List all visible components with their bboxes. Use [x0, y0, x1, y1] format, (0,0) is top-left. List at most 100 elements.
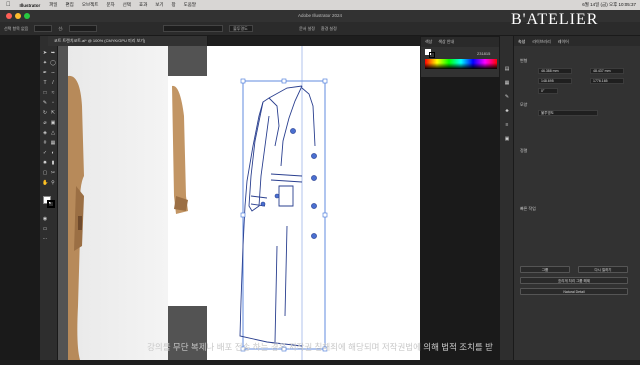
scale-icon[interactable]: ⇱: [50, 110, 56, 116]
expand-button[interactable]: 다시 칠하기: [578, 266, 628, 273]
document-tab-label: 코트 트렌치코트.ai* @ 100% (CMYK/GPU 미리 보기): [54, 38, 146, 43]
tab-layers[interactable]: 레이어: [558, 39, 569, 44]
menu-object[interactable]: 오브젝트: [82, 2, 99, 8]
type-tool-icon[interactable]: T: [42, 80, 48, 86]
appearance-heading: 모양: [520, 102, 528, 107]
tab-libraries[interactable]: 라이브러리: [532, 39, 550, 44]
lasso-icon[interactable]: ◯: [50, 60, 56, 66]
height-field[interactable]: 1776.165: [590, 78, 624, 84]
direct-selection-icon[interactable]: ➥: [50, 50, 56, 56]
tools-panel: ➤ ➥ ✦ ◯ ✒ ∽ T / □ ≈ ✎ ▫ ↻ ⇱ ⌀ ▣ ◈ △ # ▦ …: [40, 36, 58, 360]
x-field[interactable]: 46.388 mm: [538, 68, 572, 74]
swatches-icon[interactable]: ▦: [504, 80, 510, 86]
menu-effect[interactable]: 효과: [139, 2, 147, 8]
menu-select[interactable]: 선택: [123, 2, 131, 8]
width-field[interactable]: 148.695: [538, 78, 572, 84]
transform-heading: 변형: [520, 58, 528, 63]
perspective-icon[interactable]: △: [50, 130, 56, 136]
tab-properties[interactable]: 속성: [518, 39, 525, 44]
hand-tool-icon[interactable]: ✋: [42, 180, 48, 186]
stroke-label: 선:: [58, 25, 64, 31]
left-gutter: [0, 36, 40, 360]
hex-value[interactable]: 231815: [477, 51, 490, 56]
reference-photo-2: [168, 76, 208, 306]
drawing-mode-icon[interactable]: ◉: [42, 216, 48, 222]
y-field[interactable]: 48.437 mm: [590, 68, 624, 74]
curvature-icon[interactable]: ∽: [50, 70, 56, 76]
line-tool-icon[interactable]: /: [50, 80, 56, 86]
magic-wand-icon[interactable]: ✦: [42, 60, 48, 66]
image-trace-button[interactable]: Natural Detail: [520, 288, 628, 295]
stroke-swatch-small[interactable]: [429, 52, 435, 58]
selection-tool-icon[interactable]: ➤: [42, 50, 48, 56]
graph-tool-icon[interactable]: ▮: [50, 160, 56, 166]
properties-panel: 속성 라이브러리 레이어 변형 46.388 mm 48.437 mm 148.…: [514, 36, 640, 360]
reference-photo: [68, 46, 168, 360]
artboard-tool-icon[interactable]: ▢: [42, 170, 48, 176]
shape-builder-icon[interactable]: ◈: [42, 130, 48, 136]
menu-help[interactable]: 도움말: [184, 2, 196, 8]
symbol-sprayer-icon[interactable]: ✸: [42, 160, 48, 166]
coat-photo-image-2: [172, 85, 188, 214]
symbols-icon[interactable]: ♣: [504, 108, 510, 114]
tab-color[interactable]: 색상: [425, 39, 432, 45]
color-panel: 색상 색상 안내 231815: [420, 36, 500, 78]
group-button[interactable]: 그룹: [520, 266, 570, 273]
eyedropper-icon[interactable]: ✓: [42, 150, 48, 156]
paintbrush-icon[interactable]: ≈: [50, 90, 56, 96]
doc-setup-button[interactable]: 문서 설정: [299, 26, 315, 32]
properties-tabs: 속성 라이브러리 레이어: [514, 36, 640, 46]
slice-tool-icon[interactable]: ✂: [50, 170, 56, 176]
layers-icon[interactable]: ▤: [504, 66, 510, 72]
pen-tool-icon[interactable]: ✒: [42, 70, 48, 76]
brand-logo: B'ATELIER: [511, 11, 599, 28]
panel-dock-strip: ▤ ▦ ✎ ♣ ≡ ▣: [500, 36, 514, 360]
brushes-icon[interactable]: ✎: [504, 94, 510, 100]
tab-color-guide[interactable]: 색상 안내: [438, 39, 454, 45]
color-spectrum[interactable]: [425, 59, 497, 69]
apple-icon[interactable]: : [6, 2, 11, 8]
quick-actions-heading: 빠른 작업: [520, 206, 536, 211]
stroke-panel-icon[interactable]: ≡: [504, 122, 510, 128]
coat-photo-image: [68, 75, 84, 360]
artboard[interactable]: [207, 46, 420, 360]
eraser-icon[interactable]: ▫: [50, 100, 56, 106]
stroke-field[interactable]: [69, 25, 98, 32]
selection-status: 선택 항목 없음: [4, 25, 29, 31]
menu-view[interactable]: 보기: [155, 2, 163, 8]
pencil-icon[interactable]: ✎: [42, 100, 48, 106]
width-tool-icon[interactable]: ⌀: [42, 120, 48, 126]
menu-bar:  Illustrator 파일 편집 오브젝트 문자 선택 효과 보기 창 도…: [0, 0, 640, 10]
free-transform-icon[interactable]: ▣: [50, 120, 56, 126]
mesh-icon[interactable]: #: [42, 140, 48, 146]
recolor-button[interactable]: 흐리게 처리 그룹 해제: [520, 277, 628, 284]
fill-swatch[interactable]: [34, 25, 53, 32]
menu-window[interactable]: 창: [172, 2, 176, 8]
zoom-tool-icon[interactable]: ⚲: [50, 180, 56, 186]
more-tools-icon[interactable]: ⋯: [42, 236, 48, 242]
stroke-color-swatch[interactable]: [47, 200, 55, 208]
style-field[interactable]: 불투명도: [229, 25, 254, 32]
clock: 6월 14일 (금) 오후 10:05:37: [582, 2, 636, 7]
color-panel-tabs: 색상 색상 안내: [421, 37, 499, 47]
preferences-button[interactable]: 환경 설정: [321, 26, 337, 32]
app-menu[interactable]: Illustrator: [20, 3, 41, 8]
menu-edit[interactable]: 편집: [66, 2, 74, 8]
rotate-icon[interactable]: ↻: [42, 110, 48, 116]
panel-gap: [420, 78, 500, 360]
pathfinder-icon[interactable]: ▣: [504, 136, 510, 142]
rotate-field[interactable]: 0°: [538, 88, 558, 94]
blend-icon[interactable]: ◐: [50, 150, 56, 156]
menu-type[interactable]: 문자: [106, 2, 114, 8]
selection-bounding-box: [242, 80, 326, 350]
opacity-label[interactable]: 불투명도: [538, 110, 598, 116]
trench-coat-flat-sketch[interactable]: [207, 46, 420, 360]
menu-file[interactable]: 파일: [49, 2, 57, 8]
copyright-caption: 강의를 무단 복제나 배포 전송 하는 경우 저작권 침해죄에 해당되며 저작권…: [147, 342, 493, 352]
screen-mode-icon[interactable]: ▭: [42, 226, 48, 232]
gradient-icon[interactable]: ▦: [50, 140, 56, 146]
rectangle-tool-icon[interactable]: □: [42, 90, 48, 96]
align-heading: 정렬: [520, 148, 528, 153]
document-tab[interactable]: 코트 트렌치코트.ai* @ 100% (CMYK/GPU 미리 보기): [48, 36, 208, 46]
brush-field[interactable]: [163, 25, 224, 32]
